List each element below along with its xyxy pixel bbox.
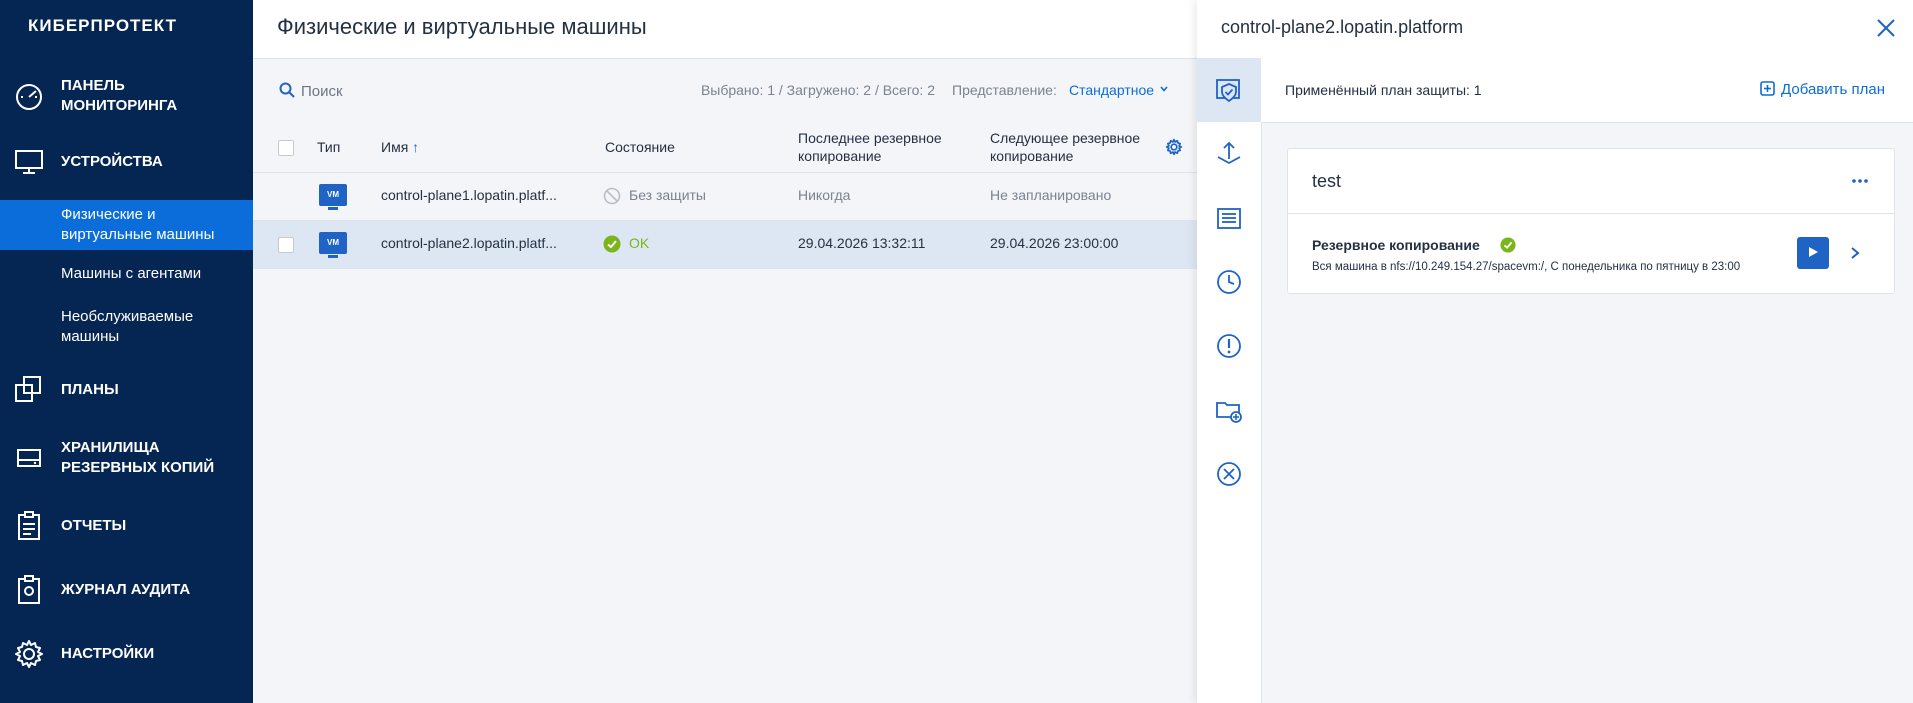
- shield-icon: [1216, 79, 1240, 103]
- nav-label: ХРАНИЛИЩА РЕЗЕРВНЫХ КОПИЙ: [61, 439, 215, 476]
- subnav-agents[interactable]: Машины с агентами: [0, 264, 253, 288]
- monitor-icon: [15, 150, 43, 174]
- nav-reports[interactable]: ОТЧЕТЫ: [0, 511, 253, 540]
- vm-icon: VM: [319, 184, 347, 210]
- backup-task-description: Вся машина в nfs://10.249.154.27/spacevm…: [1312, 261, 1741, 273]
- tab-add-to-group[interactable]: [1197, 378, 1261, 442]
- column-name[interactable]: Имя ↑: [381, 138, 419, 156]
- panel-tab-rail: [1197, 58, 1262, 703]
- subnav-label: Необслуживаемые машины: [61, 308, 194, 345]
- ok-check-icon: [603, 235, 621, 253]
- main-header: Физические и виртуальные машины: [253, 0, 1197, 59]
- clock-icon: [1217, 270, 1241, 294]
- subnav-label: Машины с агентами: [61, 265, 202, 282]
- row-last-backup: Никогда: [798, 187, 851, 203]
- row-status: Без защиты: [629, 187, 706, 203]
- recovery-icon: [1217, 141, 1241, 165]
- table-header: Тип Имя ↑ Состояние Последнее резервное …: [253, 123, 1197, 173]
- plans-subheader: Применённый план защиты: 1 Добавить план: [1261, 58, 1913, 123]
- column-status[interactable]: Состояние: [605, 138, 675, 156]
- row-name: control-plane2.lopatin.platf...: [381, 235, 557, 251]
- table-row[interactable]: VM control-plane2.lopatin.platf... OK 29…: [253, 221, 1197, 269]
- main-area: Физические и виртуальные машины Выбрано:…: [253, 0, 1197, 703]
- row-name: control-plane1.lopatin.platf...: [381, 187, 557, 203]
- nav-label: ЖУРНАЛ АУДИТА: [61, 581, 191, 598]
- subnav-physical-virtual[interactable]: Физические и виртуальные машины: [0, 200, 253, 250]
- tab-recovery[interactable]: [1197, 122, 1261, 186]
- brand-logo: КИБЕРПРОТЕКТ: [28, 16, 177, 35]
- backup-task-title: Резервное копирование: [1312, 237, 1480, 253]
- sidebar: КИБЕРПРОТЕКТ ПАНЕЛЬ МОНИТОРИНГА УСТРОЙСТ…: [0, 0, 253, 703]
- view-label: Представление:: [952, 82, 1057, 98]
- gear-icon: [15, 640, 43, 668]
- tab-alerts[interactable]: [1197, 314, 1261, 378]
- row-next-backup: 29.04.2026 23:00:00: [990, 235, 1119, 251]
- subnav-label: Физические и виртуальные машины: [61, 206, 215, 243]
- panel-header: control-plane2.lopatin.platform: [1197, 0, 1913, 59]
- select-all-checkbox[interactable]: [278, 140, 294, 156]
- nav-audit-log[interactable]: ЖУРНАЛ АУДИТА: [0, 575, 253, 604]
- toolbar: Выбрано: 1 / Загружено: 2 / Всего: 2 Пре…: [253, 58, 1197, 123]
- sort-asc-icon: ↑: [412, 139, 420, 155]
- nav-label: ПЛАНЫ: [61, 381, 119, 398]
- view-selector[interactable]: Стандартное: [1069, 82, 1168, 98]
- nav-label: НАСТРОЙКИ: [61, 645, 155, 662]
- chevron-right-icon[interactable]: [1848, 244, 1862, 262]
- divider: [1288, 213, 1894, 214]
- nav-settings[interactable]: НАСТРОЙКИ: [0, 640, 253, 668]
- column-last-backup[interactable]: Последнее резервное копирование: [798, 129, 942, 165]
- applied-plans-count: Применённый план защиты: 1: [1285, 82, 1482, 98]
- row-last-backup: 29.04.2026 13:32:11: [798, 235, 926, 251]
- row-next-backup: Не запланировано: [990, 187, 1112, 203]
- nav-label: УСТРОЙСТВА: [61, 153, 163, 170]
- alert-icon: [1217, 334, 1241, 358]
- chevron-down-icon: [1160, 86, 1168, 92]
- more-icon[interactable]: [1850, 171, 1870, 191]
- receipt-icon: [1217, 208, 1241, 229]
- add-square-icon: [1760, 81, 1775, 96]
- search-input[interactable]: [299, 78, 503, 104]
- nav-devices[interactable]: УСТРОЙСТВА: [0, 150, 253, 174]
- page-title: Физические и виртуальные машины: [277, 14, 647, 39]
- add-plan-button[interactable]: Добавить план: [1760, 81, 1885, 98]
- subnav-agentless[interactable]: Необслуживаемые машины: [0, 307, 253, 351]
- row-checkbox[interactable]: [278, 237, 294, 253]
- nav-label: ПАНЕЛЬ МОНИТОРИНГА: [61, 77, 178, 114]
- delete-circle-icon: [1217, 462, 1241, 486]
- speedometer-icon: [16, 84, 42, 110]
- clipboard-icon: [18, 511, 40, 540]
- play-icon: [1809, 246, 1818, 257]
- tab-activities[interactable]: [1197, 250, 1261, 314]
- nav-label: ОТЧЕТЫ: [61, 517, 127, 534]
- close-icon[interactable]: [1875, 17, 1897, 39]
- panel-title: control-plane2.lopatin.platform: [1221, 17, 1464, 37]
- column-settings-gear-icon[interactable]: [1165, 138, 1183, 156]
- tab-delete[interactable]: [1197, 442, 1261, 506]
- audit-icon: [18, 575, 40, 604]
- ok-check-icon: [1500, 237, 1516, 253]
- plan-card: test Резервное копирование Вся машина в …: [1287, 148, 1895, 294]
- not-protected-icon: [603, 187, 621, 205]
- column-type[interactable]: Тип: [317, 138, 340, 156]
- plan-name: test: [1312, 171, 1342, 191]
- column-next-backup[interactable]: Следующее резервное копирование: [990, 129, 1140, 165]
- vm-icon: VM: [319, 232, 347, 258]
- storage-icon: [17, 449, 41, 467]
- plans-icon: [15, 376, 41, 402]
- view-value: Стандартное: [1069, 82, 1155, 98]
- run-now-button[interactable]: [1797, 237, 1829, 269]
- nav-plans[interactable]: ПЛАНЫ: [0, 376, 253, 402]
- selection-counts: Выбрано: 1 / Загружено: 2 / Всего: 2: [700, 82, 935, 98]
- nav-monitoring[interactable]: ПАНЕЛЬ МОНИТОРИНГА: [0, 76, 253, 116]
- tab-protection[interactable]: [1197, 58, 1261, 122]
- folder-add-icon: [1216, 402, 1242, 423]
- table-row[interactable]: VM control-plane1.lopatin.platf... Без з…: [253, 173, 1197, 221]
- row-status: OK: [629, 235, 650, 251]
- add-plan-label: Добавить план: [1781, 81, 1885, 98]
- column-name-label: Имя: [381, 139, 409, 155]
- tab-overview[interactable]: [1197, 186, 1261, 250]
- nav-storages[interactable]: ХРАНИЛИЩА РЕЗЕРВНЫХ КОПИЙ: [0, 438, 253, 478]
- details-panel: control-plane2.lopatin.platform Применён…: [1197, 0, 1913, 703]
- search-icon: [279, 82, 295, 98]
